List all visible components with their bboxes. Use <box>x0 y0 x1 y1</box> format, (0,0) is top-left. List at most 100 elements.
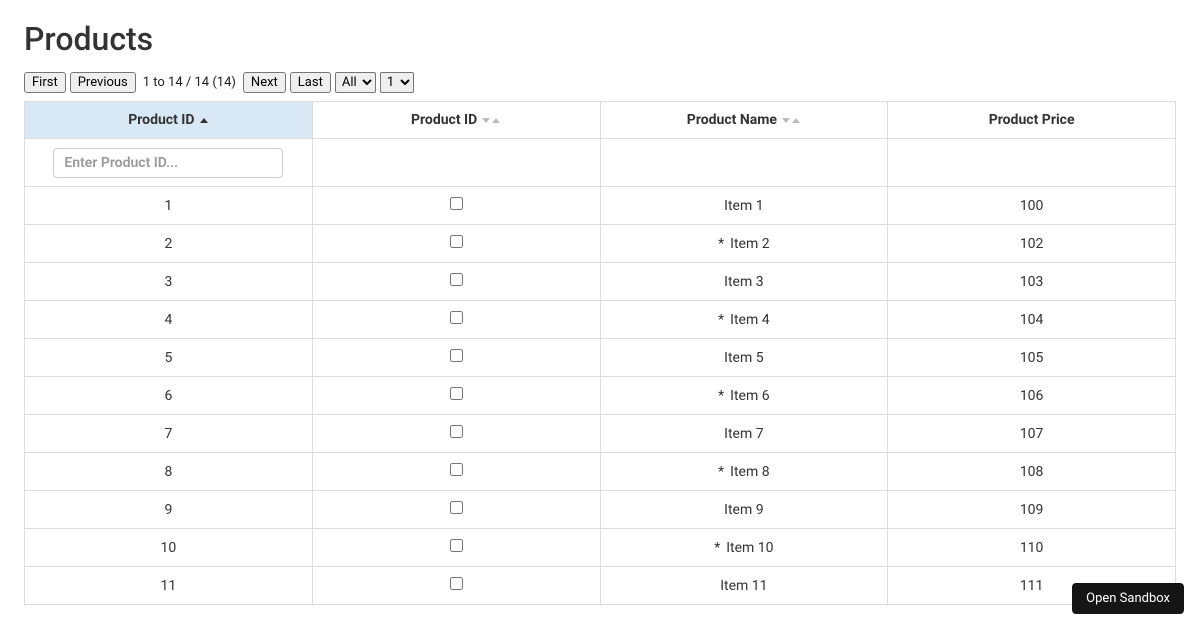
cell-product-name: * Item 2 <box>600 225 888 263</box>
cell-product-name: Item 9 <box>600 491 888 529</box>
cell-product-id: 2 <box>25 225 313 263</box>
cell-checkbox <box>312 415 600 453</box>
cell-product-id: 7 <box>25 415 313 453</box>
cell-product-name: * Item 8 <box>600 453 888 491</box>
column-header-price[interactable]: Product Price <box>888 102 1176 139</box>
previous-button[interactable]: Previous <box>70 72 136 93</box>
product-name-text: Item 3 <box>724 274 763 290</box>
cell-checkbox <box>312 453 600 491</box>
page-info: 1 to 14 / 14 (14) <box>140 75 239 90</box>
row-checkbox[interactable] <box>450 463 463 476</box>
star-icon: * <box>718 312 724 328</box>
column-header-label: Product ID <box>411 112 477 128</box>
cell-product-name: Item 7 <box>600 415 888 453</box>
table-filter-row <box>25 139 1176 187</box>
product-name-text: Item 7 <box>724 426 763 442</box>
cell-product-name: Item 11 <box>600 567 888 605</box>
sort-icon <box>781 118 801 123</box>
cell-product-id: 3 <box>25 263 313 301</box>
filter-input-id[interactable] <box>53 148 283 178</box>
cell-product-name: Item 5 <box>600 339 888 377</box>
cell-checkbox <box>312 491 600 529</box>
table-row: 3 Item 3 103 <box>25 263 1176 301</box>
column-header-label: Product ID <box>128 112 194 128</box>
cell-product-id: 1 <box>25 187 313 225</box>
table-row: 5 Item 5105 <box>25 339 1176 377</box>
pagination-toolbar: First Previous 1 to 14 / 14 (14) Next La… <box>24 72 1176 93</box>
column-header-label: Product Name <box>687 112 777 128</box>
product-name-text: Item 6 <box>730 388 769 404</box>
star-icon: * <box>718 388 724 404</box>
cell-product-id: 11 <box>25 567 313 605</box>
row-checkbox[interactable] <box>450 387 463 400</box>
page-size-select[interactable]: All <box>335 72 376 93</box>
table-row: 4 * Item 4 104 <box>25 301 1176 339</box>
open-sandbox-button[interactable]: Open Sandbox <box>1072 583 1184 614</box>
column-header-name[interactable]: Product Name <box>600 102 888 139</box>
cell-product-price: 108 <box>888 453 1176 491</box>
cell-product-price: 107 <box>888 415 1176 453</box>
star-icon: * <box>718 464 724 480</box>
column-header-check[interactable]: Product ID <box>312 102 600 139</box>
table-row: 8 * Item 8 108 <box>25 453 1176 491</box>
cell-product-id: 5 <box>25 339 313 377</box>
product-name-text: Item 8 <box>730 464 769 480</box>
cell-product-name: * Item 4 <box>600 301 888 339</box>
cell-checkbox <box>312 567 600 605</box>
row-checkbox[interactable] <box>450 197 463 210</box>
row-checkbox[interactable] <box>450 273 463 286</box>
cell-checkbox <box>312 225 600 263</box>
cell-product-id: 9 <box>25 491 313 529</box>
column-header-id[interactable]: Product ID <box>25 102 313 139</box>
cell-product-price: 103 <box>888 263 1176 301</box>
filter-cell-name <box>600 139 888 187</box>
filter-cell-check <box>312 139 600 187</box>
page-number-select[interactable]: 1 <box>380 72 414 93</box>
sort-icon <box>481 118 501 123</box>
cell-product-price: 104 <box>888 301 1176 339</box>
row-checkbox[interactable] <box>450 311 463 324</box>
cell-checkbox <box>312 187 600 225</box>
table-row: 7 Item 7 107 <box>25 415 1176 453</box>
cell-product-id: 6 <box>25 377 313 415</box>
first-button[interactable]: First <box>24 72 66 93</box>
product-name-text: Item 11 <box>720 578 767 594</box>
products-table: Product ID Product ID Product Name Product … <box>24 101 1176 605</box>
cell-product-id: 8 <box>25 453 313 491</box>
row-checkbox[interactable] <box>450 501 463 514</box>
next-button[interactable]: Next <box>243 72 286 93</box>
cell-product-name: * Item 10 <box>600 529 888 567</box>
cell-checkbox <box>312 339 600 377</box>
product-name-text: Item 9 <box>724 502 763 518</box>
last-button[interactable]: Last <box>290 72 331 93</box>
cell-product-price: 109 <box>888 491 1176 529</box>
product-name-text: Item 10 <box>726 540 773 556</box>
star-icon: * <box>718 236 724 252</box>
cell-product-name: Item 1 <box>600 187 888 225</box>
table-row: 6*Item 6106 <box>25 377 1176 415</box>
table-row: 9 Item 9 109 <box>25 491 1176 529</box>
cell-product-price: 105 <box>888 339 1176 377</box>
cell-product-id: 4 <box>25 301 313 339</box>
cell-checkbox <box>312 263 600 301</box>
row-checkbox[interactable] <box>450 349 463 362</box>
product-name-text: Item 2 <box>730 236 769 252</box>
cell-checkbox <box>312 377 600 415</box>
cell-product-price: 110 <box>888 529 1176 567</box>
table-row: 1 Item 1 100 <box>25 187 1176 225</box>
star-icon: * <box>714 540 720 556</box>
row-checkbox[interactable] <box>450 235 463 248</box>
row-checkbox[interactable] <box>450 577 463 590</box>
product-name-text: Item 1 <box>724 198 763 214</box>
product-name-text: Item 4 <box>730 312 769 328</box>
cell-checkbox <box>312 301 600 339</box>
cell-checkbox <box>312 529 600 567</box>
row-checkbox[interactable] <box>450 539 463 552</box>
table-row: 10 * Item 10 110 <box>25 529 1176 567</box>
page-title: Products <box>24 20 1176 58</box>
cell-product-id: 10 <box>25 529 313 567</box>
table-row: 11Item 11111 <box>25 567 1176 605</box>
table-header-row: Product ID Product ID Product Name Product … <box>25 102 1176 139</box>
row-checkbox[interactable] <box>450 425 463 438</box>
cell-product-price: 100 <box>888 187 1176 225</box>
